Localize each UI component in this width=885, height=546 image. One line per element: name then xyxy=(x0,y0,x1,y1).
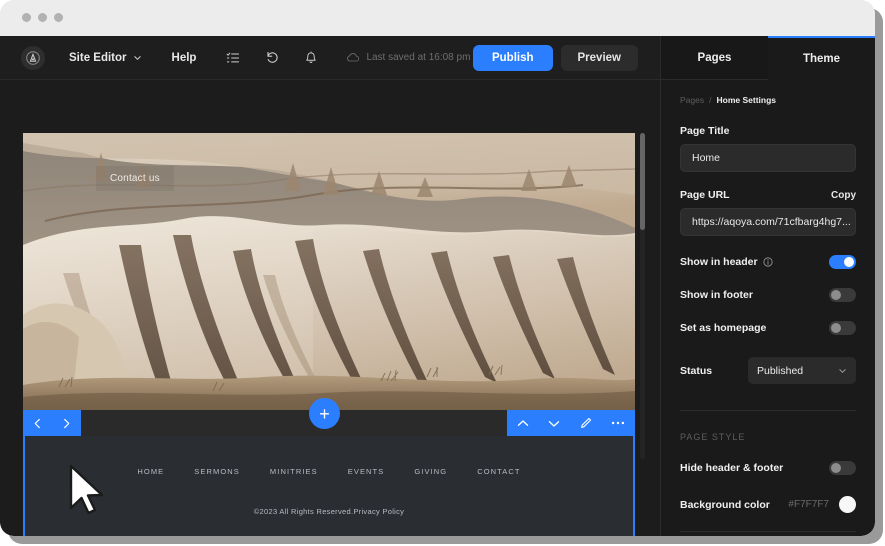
chevron-down-icon xyxy=(133,56,141,61)
help-label: Help xyxy=(171,51,197,64)
page-preview-frame[interactable]: Contact us + HOME SERMONS MINITRIES EVEN… xyxy=(23,133,635,536)
toggle-knob xyxy=(831,323,841,333)
toolbar-actions: Publish Preview xyxy=(472,44,638,71)
page-title-input[interactable]: Home xyxy=(680,144,856,172)
show-in-footer-label: Show in footer xyxy=(680,289,753,301)
right-settings-panel: Pages Theme Pages / Home Settings Page T… xyxy=(660,36,875,536)
help-button[interactable]: Help xyxy=(172,52,197,64)
tab-theme[interactable]: Theme xyxy=(768,36,875,80)
status-row: Status Published xyxy=(680,357,856,384)
set-as-homepage-toggle[interactable] xyxy=(829,321,856,335)
canvas-scrollbar[interactable] xyxy=(640,133,645,459)
breadcrumb-root[interactable]: Pages xyxy=(680,95,704,105)
hide-header-footer-row: Hide header & footer xyxy=(680,461,856,475)
page-style-heading: PAGE STYLE xyxy=(680,432,746,442)
page-url-label: Page URL xyxy=(680,189,730,201)
hide-header-footer-label: Hide header & footer xyxy=(680,462,784,474)
preview-button[interactable]: Preview xyxy=(560,44,638,71)
toggle-knob xyxy=(844,257,854,267)
section-toolbar-spacer xyxy=(81,410,507,436)
status-value: Published xyxy=(757,364,804,377)
set-as-homepage-label: Set as homepage xyxy=(680,322,767,334)
hero-section[interactable]: Contact us xyxy=(23,133,635,410)
toggle-knob xyxy=(831,290,841,300)
status-select[interactable]: Published xyxy=(748,357,856,384)
site-editor-label: Site Editor xyxy=(69,51,127,64)
chevron-up-icon[interactable] xyxy=(517,419,529,428)
footer-copyright: ©2023 All Rights Reserved.Privacy Policy xyxy=(253,507,405,516)
footer-section[interactable]: HOME SERMONS MINITRIES EVENTS GIVING CON… xyxy=(23,436,635,536)
panel-divider xyxy=(680,410,856,411)
section-toolbar: + xyxy=(23,398,635,436)
canvas-scrollbar-thumb[interactable] xyxy=(640,133,645,230)
footer-nav-link[interactable]: MINITRIES xyxy=(270,467,318,476)
background-color-value: #F7F7F7 xyxy=(788,499,829,510)
chevron-right-icon[interactable] xyxy=(62,418,71,429)
footer-navigation: HOME SERMONS MINITRIES EVENTS GIVING CON… xyxy=(25,436,633,476)
footer-nav-link[interactable]: SERMONS xyxy=(194,467,240,476)
contact-us-button[interactable]: Contact us xyxy=(96,166,174,191)
window-minimize-dot[interactable] xyxy=(38,13,47,22)
page-url-group: Page URL Copy https://aqoya.com/71cfbarg… xyxy=(680,189,856,236)
last-saved-text: Last saved at 16:08 pm xyxy=(366,52,471,63)
page-title-group: Page Title Home xyxy=(680,125,856,172)
hide-header-footer-toggle[interactable] xyxy=(829,461,856,475)
background-color-label: Background color xyxy=(680,498,770,511)
breadcrumb-separator: / xyxy=(709,95,712,105)
canvas-area[interactable]: Contact us + HOME SERMONS MINITRIES EVEN… xyxy=(0,80,660,536)
undo-icon[interactable] xyxy=(261,47,283,69)
window-close-dot[interactable] xyxy=(22,13,31,22)
show-in-header-label-wrap: Show in header xyxy=(680,256,773,268)
footer-nav-link[interactable]: GIVING xyxy=(414,467,447,476)
editor-body: Site Editor Help Last saved at 16:08 pm … xyxy=(0,36,875,536)
footer-nav-link[interactable]: HOME xyxy=(137,467,164,476)
page-title-label: Page Title xyxy=(680,125,730,137)
last-saved-status: Last saved at 16:08 pm xyxy=(346,52,470,63)
chevron-down-icon[interactable] xyxy=(548,419,560,428)
cloud-icon xyxy=(347,53,360,62)
show-in-header-toggle[interactable] xyxy=(829,255,856,269)
background-color-swatch[interactable] xyxy=(839,496,856,513)
window-controls[interactable] xyxy=(22,13,63,22)
top-toolbar: Site Editor Help Last saved at 16:08 pm … xyxy=(0,36,660,80)
show-in-footer-row: Show in footer xyxy=(680,288,856,302)
breadcrumb-current: Home Settings xyxy=(716,95,776,105)
show-in-header-row: Show in header xyxy=(680,255,856,269)
page-url-header: Page URL Copy xyxy=(680,189,856,201)
set-as-homepage-row: Set as homepage xyxy=(680,321,856,335)
add-section-button[interactable]: + xyxy=(309,398,340,429)
background-color-row: Background color #F7F7F7 xyxy=(680,496,856,513)
publish-button[interactable]: Publish xyxy=(472,44,553,71)
footer-nav-link[interactable]: EVENTS xyxy=(348,467,385,476)
application-window: Site Editor Help Last saved at 16:08 pm … xyxy=(0,0,875,536)
page-url-input[interactable]: https://aqoya.com/71cfbarg4hg7... xyxy=(680,208,856,236)
copy-url-button[interactable]: Copy xyxy=(831,190,856,201)
panel-tabs: Pages Theme xyxy=(661,36,875,80)
chevron-down-icon xyxy=(839,369,846,374)
section-action-icons xyxy=(507,410,635,436)
show-in-footer-toggle[interactable] xyxy=(829,288,856,302)
ellipsis-icon[interactable] xyxy=(611,420,625,426)
panel-divider-bottom xyxy=(680,531,856,532)
site-editor-menu[interactable]: Site Editor xyxy=(69,52,142,64)
breadcrumb: Pages / Home Settings xyxy=(680,95,856,105)
window-maximize-dot[interactable] xyxy=(54,13,63,22)
section-nav-arrows xyxy=(23,410,81,436)
logo-avatar-icon[interactable] xyxy=(21,45,45,70)
window-titlebar xyxy=(0,0,875,36)
bell-icon[interactable] xyxy=(300,47,322,69)
show-in-header-label: Show in header xyxy=(680,256,758,268)
footer-nav-link[interactable]: CONTACT xyxy=(477,467,520,476)
toolbar-icon-group xyxy=(222,47,322,69)
toggle-knob xyxy=(831,463,841,473)
panel-content: Pages / Home Settings Page Title Home Pa… xyxy=(661,95,875,532)
background-color-controls: #F7F7F7 xyxy=(788,496,856,513)
tab-pages[interactable]: Pages xyxy=(661,36,768,80)
info-icon[interactable] xyxy=(763,257,773,267)
status-label: Status xyxy=(680,364,713,377)
list-checklist-icon[interactable] xyxy=(222,47,244,69)
pencil-icon[interactable] xyxy=(580,417,592,429)
chevron-left-icon[interactable] xyxy=(33,418,42,429)
